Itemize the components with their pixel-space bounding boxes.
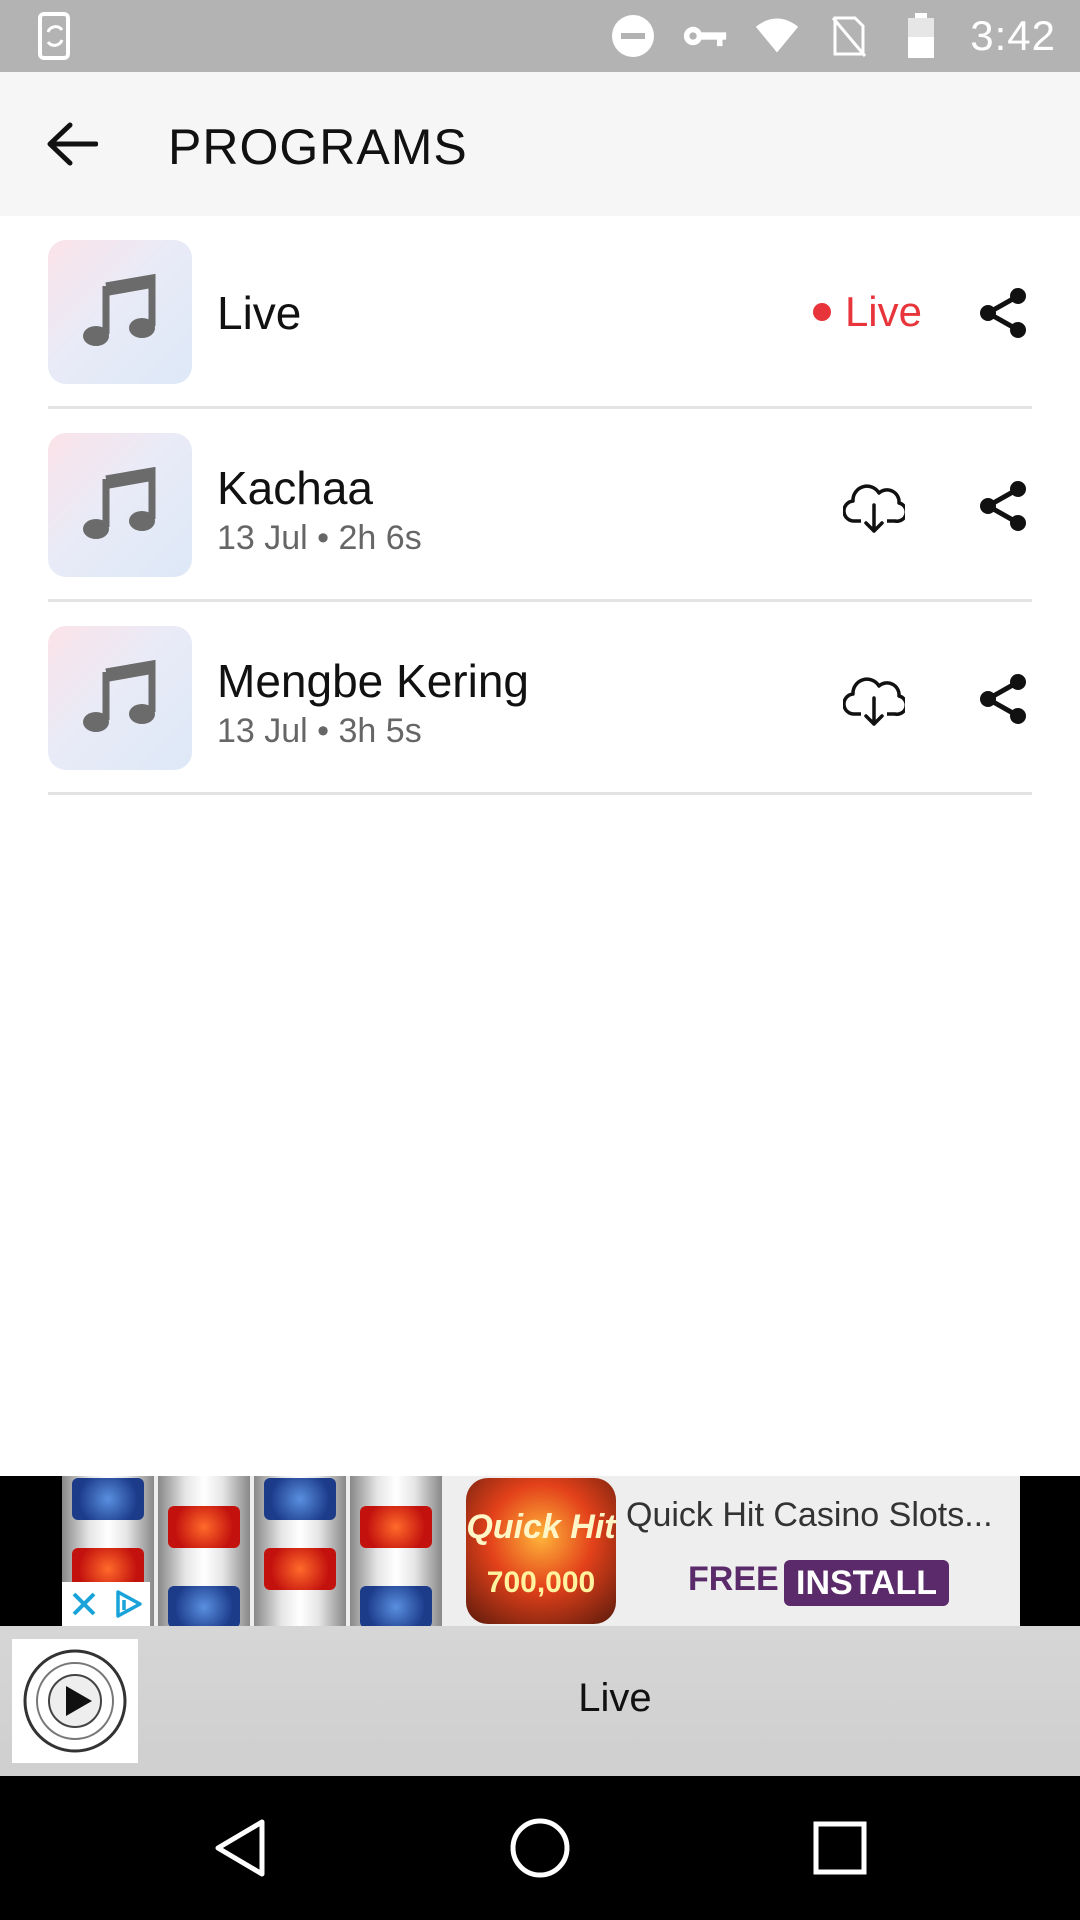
share-button[interactable] [974,477,1032,535]
player-title: Live [578,1676,652,1720]
phone-sync-icon [36,12,76,60]
share-button[interactable] [974,670,1032,728]
system-nav-bar [0,1776,1080,1920]
share-icon [980,288,1026,338]
program-meta: 13 Jul • 3h 5s [217,712,422,750]
program-meta: 13 Jul • 2h 6s [217,519,422,557]
program-row-mengbe-kering[interactable]: Mengbe Kering 13 Jul • 3h 5s [48,602,1032,795]
live-dot-icon [812,303,831,321]
program-title: Kachaa [217,462,374,514]
program-title: Mengbe Kering [217,655,529,707]
nav-home-button[interactable] [500,1808,580,1888]
ad-strip: Quick Hit 700,000 Quick Hit Casino Slots… [0,1476,1080,1626]
nav-back-icon [215,1819,265,1877]
ad-logo-brand: Quick Hit [466,1508,616,1546]
status-bar: 3:42 [0,0,1080,72]
music-note-icon [83,467,156,539]
program-thumbnail [48,433,192,577]
status-clock: 3:42 [970,12,1056,59]
share-icon [980,481,1026,531]
cloud-download-icon [843,484,905,533]
wifi-icon [754,13,800,59]
share-icon [980,674,1026,724]
program-title: Live [217,287,302,339]
program-thumbnail [48,626,192,770]
arrow-left-icon [47,122,98,166]
ad-logo-amount: 700,000 [486,1566,596,1599]
page-title: PROGRAMS [168,119,468,175]
download-button[interactable] [842,477,906,537]
ad-title: Quick Hit Casino Slots... [626,1496,993,1534]
do-not-disturb-icon [610,13,656,59]
ad-choices-icon[interactable] [112,1588,144,1620]
download-button[interactable] [842,670,906,730]
no-sim-icon [826,13,872,59]
music-note-icon [83,274,156,346]
cloud-download-icon [843,677,905,726]
ad-controls [62,1582,150,1626]
ad-banner[interactable]: Quick Hit 700,000 Quick Hit Casino Slots… [62,1476,1020,1626]
music-note-icon [83,660,156,732]
back-button[interactable] [30,112,114,176]
live-status-label: Live [844,288,922,335]
app-bar: PROGRAMS [0,72,1080,216]
share-button[interactable] [974,284,1032,342]
live-status-badge: Live [812,288,922,336]
nav-recents-icon [813,1821,867,1875]
ad-app-logo: Quick Hit 700,000 [466,1478,616,1624]
program-row-kachaa[interactable]: Kachaa 13 Jul • 2h 6s [48,409,1032,602]
ad-close-icon[interactable] [69,1589,99,1619]
program-list: Live Live Kachaa 13 Jul • 2h 6s Mengbe K… [48,216,1032,795]
mini-player[interactable]: Live [0,1626,1080,1776]
nav-home-icon [510,1818,570,1878]
nav-recents-button[interactable] [800,1808,880,1888]
battery-icon [898,13,944,59]
ad-install-button[interactable]: INSTALL [784,1560,950,1606]
program-thumbnail [48,240,192,384]
program-row-live[interactable]: Live Live [48,216,1032,409]
vpn-key-icon [682,13,728,59]
ad-free-label: FREE [688,1560,779,1598]
nav-back-button[interactable] [200,1808,280,1888]
